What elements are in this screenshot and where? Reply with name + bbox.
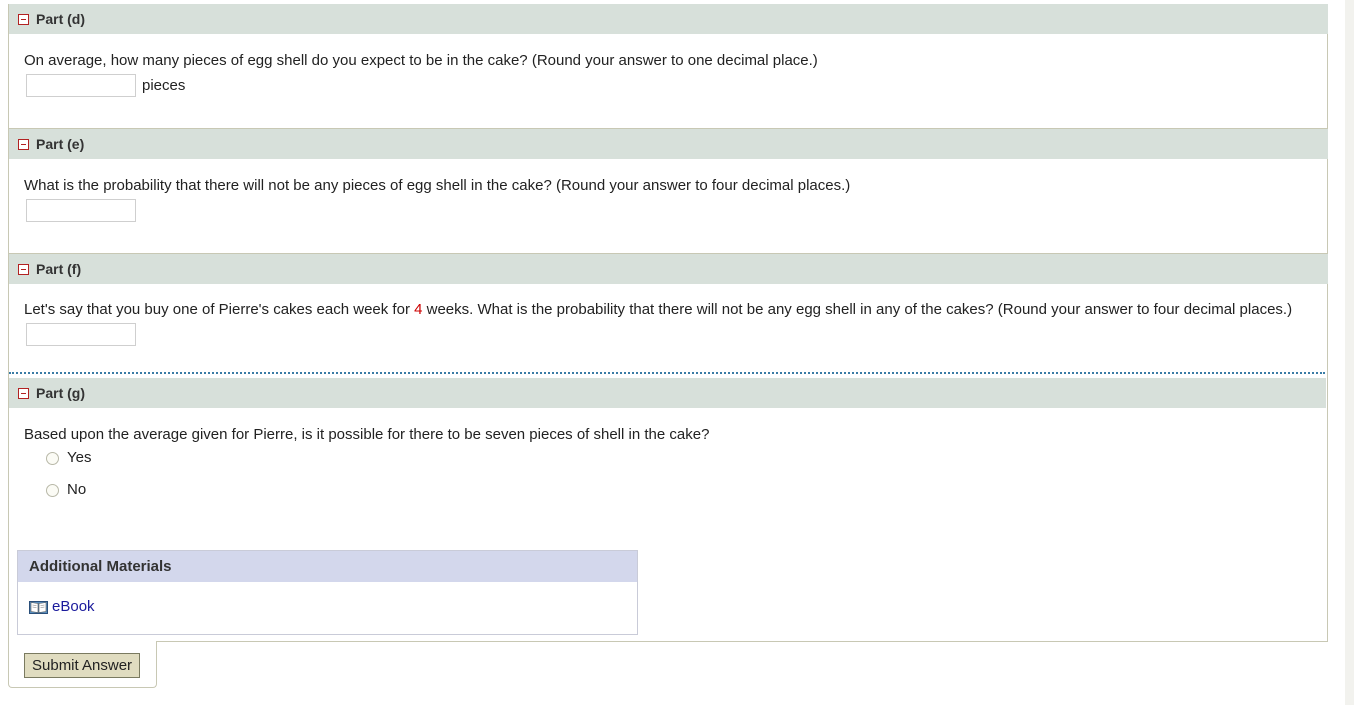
additional-materials-title: Additional Materials (18, 551, 637, 582)
part-f-question-text-end: weeks. What is the probability that ther… (422, 301, 1293, 318)
collapse-icon[interactable] (18, 387, 29, 399)
part-e-header[interactable]: Part (e) (9, 129, 1328, 159)
additional-materials-panel: Additional Materials eBook (17, 550, 638, 635)
ebook-link-label[interactable]: eBook (52, 598, 95, 615)
question-container (8, 4, 1328, 642)
collapse-icon[interactable] (18, 138, 29, 150)
radio-no[interactable] (46, 484, 59, 497)
part-f-title: Part (f) (36, 261, 82, 277)
part-d-question: On average, how many pieces of egg shell… (24, 52, 818, 69)
book-icon[interactable] (29, 600, 48, 614)
part-d-answer-input[interactable] (26, 74, 136, 97)
part-d-header[interactable]: Part (d) (9, 4, 1328, 34)
dotted-divider (9, 372, 1325, 374)
radio-yes[interactable] (46, 452, 59, 465)
option-no-label[interactable]: No (67, 481, 86, 498)
part-e-question: What is the probability that there will … (24, 177, 851, 194)
part-f-answer-input[interactable] (26, 323, 136, 346)
part-d-unit-label: pieces (142, 77, 186, 94)
part-e-title: Part (e) (36, 136, 85, 152)
part-f-header[interactable]: Part (f) (9, 254, 1328, 284)
part-f-question: Let's say that you buy one of Pierre's c… (24, 301, 1292, 318)
page-scrollbar-track[interactable] (1345, 0, 1354, 705)
ebook-link[interactable]: eBook (29, 598, 95, 615)
part-g-question: Based upon the average given for Pierre,… (24, 426, 710, 443)
option-yes-label[interactable]: Yes (67, 449, 91, 466)
collapse-icon[interactable] (18, 263, 29, 275)
option-no[interactable]: No (46, 481, 86, 498)
submit-answer-button[interactable]: Submit Answer (24, 653, 141, 678)
collapse-icon[interactable] (18, 13, 29, 25)
option-yes[interactable]: Yes (46, 449, 91, 466)
part-g-title: Part (g) (36, 385, 85, 401)
part-d-title: Part (d) (36, 11, 85, 27)
part-f-question-text-start: Let's say that you buy one of Pierre's c… (24, 301, 415, 318)
part-g-header[interactable]: Part (g) (9, 378, 1326, 408)
part-e-answer-input[interactable] (26, 199, 136, 222)
